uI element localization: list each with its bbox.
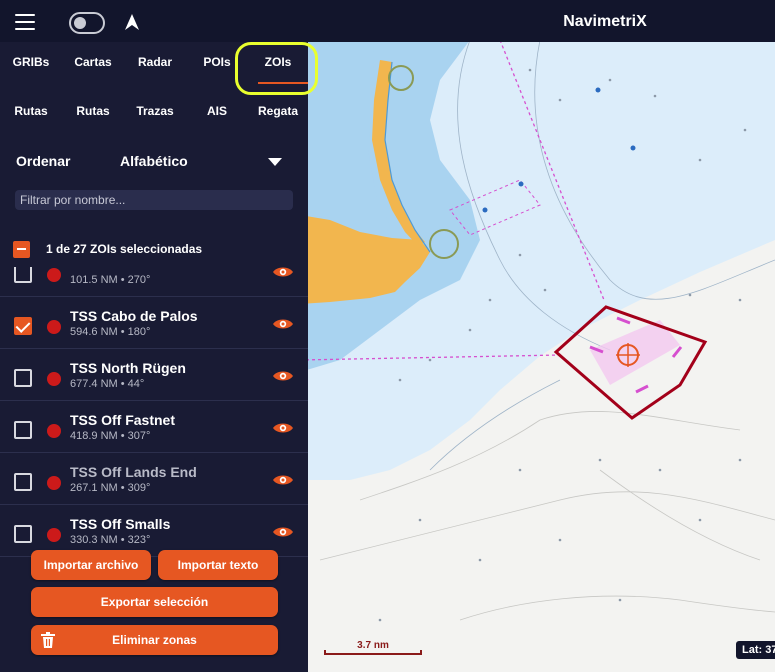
eye-icon[interactable]: [272, 267, 294, 279]
tab-regata[interactable]: Regata: [248, 91, 308, 137]
zone-color-dot: [47, 424, 61, 438]
eye-icon[interactable]: [272, 421, 294, 435]
hamburger-icon[interactable]: [15, 14, 35, 30]
tab-cartas[interactable]: Cartas: [62, 42, 124, 88]
sort-value: Alfabético: [120, 153, 188, 169]
filter-input[interactable]: [15, 190, 293, 210]
select-all-checkbox[interactable]: [13, 241, 30, 258]
trash-icon: [41, 632, 55, 648]
zoi-name: TSS Off Fastnet: [70, 412, 176, 428]
tab-trazas[interactable]: Trazas: [124, 91, 186, 137]
zone-color-dot: [47, 528, 61, 542]
row-checkbox[interactable]: [14, 525, 32, 543]
toggle-switch[interactable]: [69, 12, 105, 34]
scale-bar: 3.7 nm: [324, 640, 422, 655]
row-checkbox[interactable]: [14, 317, 32, 335]
list-item[interactable]: TSS Off Lands End 267.1 NM • 309°: [0, 453, 308, 505]
zoi-distance-bearing: 418.9 NM • 307°: [70, 430, 151, 442]
tab-gribs[interactable]: GRIBs: [0, 42, 62, 88]
zoi-side-panel: GRIBs Cartas Radar POIs ZOIs Rutas Rutas…: [0, 42, 318, 672]
tab-rutas-2[interactable]: Rutas: [62, 91, 124, 137]
tab-rutas-1[interactable]: Rutas: [0, 91, 62, 137]
import-text-button[interactable]: Importar texto: [158, 550, 278, 580]
export-selection-button[interactable]: Exportar selección: [31, 587, 278, 617]
zoi-distance-bearing: 267.1 NM • 309°: [70, 482, 151, 494]
eye-icon[interactable]: [272, 317, 294, 331]
list-item[interactable]: 101.5 NM • 270°: [0, 267, 308, 297]
zone-color-dot: [47, 476, 61, 490]
tab-radar[interactable]: Radar: [124, 42, 186, 88]
zoi-list: 101.5 NM • 270° TSS Cabo de Palos 594.6 …: [0, 267, 308, 567]
import-file-button[interactable]: Importar archivo: [31, 550, 151, 580]
tab-pois[interactable]: POIs: [186, 42, 248, 88]
zoi-name: TSS Cabo de Palos: [70, 308, 198, 324]
eye-icon[interactable]: [272, 473, 294, 487]
app-title: NavimetriX: [563, 13, 647, 30]
delete-zones-button[interactable]: Eliminar zonas: [31, 625, 278, 655]
zoi-name: TSS Off Smalls: [70, 516, 171, 532]
sort-label: Ordenar: [16, 153, 71, 169]
active-tab-underline: [258, 82, 308, 84]
tab-row-secondary: Rutas Rutas Trazas AIS Regata: [0, 91, 308, 137]
row-checkbox[interactable]: [14, 369, 32, 387]
scale-line: [324, 650, 422, 655]
list-item[interactable]: TSS Off Fastnet 418.9 NM • 307°: [0, 401, 308, 453]
navigation-arrow-icon[interactable]: [125, 14, 139, 30]
chevron-down-icon: [268, 158, 282, 166]
zoi-distance-bearing: 330.3 NM • 323°: [70, 534, 151, 546]
zone-color-dot: [47, 320, 61, 334]
row-checkbox[interactable]: [14, 421, 32, 439]
zoi-distance-bearing: 677.4 NM • 44°: [70, 378, 145, 390]
zoi-distance-bearing: 101.5 NM • 270°: [70, 274, 151, 286]
zoi-name: TSS Off Lands End: [70, 464, 197, 480]
top-bar: NavimetriX: [0, 0, 775, 42]
zoi-name: TSS North Rügen: [70, 360, 186, 376]
list-item[interactable]: TSS Cabo de Palos 594.6 NM • 180°: [0, 297, 308, 349]
latitude-readout: Lat: 37: [736, 641, 775, 659]
zoi-distance-bearing: 594.6 NM • 180°: [70, 326, 151, 338]
tab-ais[interactable]: AIS: [186, 91, 248, 137]
eye-icon[interactable]: [272, 369, 294, 383]
list-item[interactable]: TSS North Rügen 677.4 NM • 44°: [0, 349, 308, 401]
eye-icon[interactable]: [272, 525, 294, 539]
zone-color-dot: [47, 268, 61, 282]
delete-zones-label: Eliminar zonas: [112, 633, 197, 647]
sort-dropdown[interactable]: Alfabético: [120, 146, 290, 176]
row-checkbox[interactable]: [14, 267, 32, 283]
selection-summary: 1 de 27 ZOIs seleccionadas: [46, 242, 203, 256]
zone-color-dot: [47, 372, 61, 386]
row-checkbox[interactable]: [14, 473, 32, 491]
